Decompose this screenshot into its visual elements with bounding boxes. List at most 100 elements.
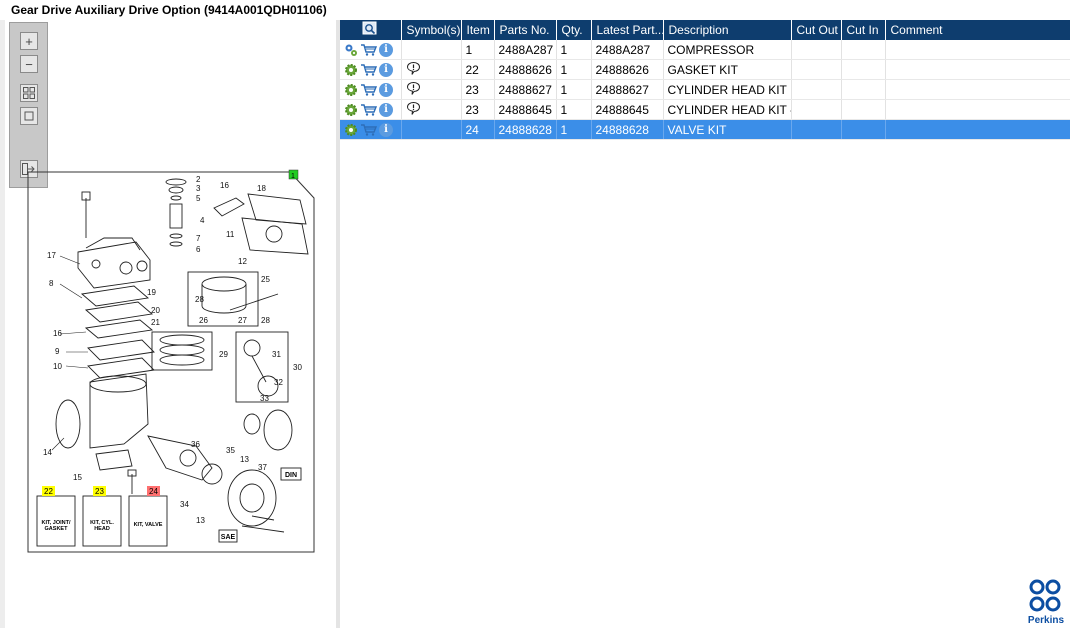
cart-icon[interactable] <box>360 103 377 116</box>
svg-text:28: 28 <box>195 295 204 304</box>
column-header-comment[interactable]: Comment <box>885 20 1070 40</box>
magnifier-icon[interactable] <box>362 21 378 36</box>
exploded-parts-diagram[interactable]: 235 476 16 1811 12178 192021 16910 252826… <box>16 168 328 558</box>
description-cell: VALVE KIT <box>663 119 792 140</box>
cart-icon[interactable] <box>360 83 377 96</box>
parts-no-cell: 24888628 <box>494 119 557 140</box>
info-icon[interactable]: i <box>379 122 393 137</box>
column-header-cut-out[interactable]: Cut Out <box>791 20 842 40</box>
row-actions: i <box>340 40 402 60</box>
svg-text:16: 16 <box>53 329 62 338</box>
column-header-cut-in[interactable]: Cut In <box>841 20 886 40</box>
symbol-cell <box>401 79 462 100</box>
latest-part-cell: 24888628 <box>591 119 664 140</box>
svg-text:8: 8 <box>49 279 54 288</box>
row-actions: i <box>340 119 402 140</box>
comment-bubble-icon[interactable] <box>406 81 421 96</box>
column-header-item[interactable]: Item <box>461 20 495 40</box>
column-header-qty[interactable]: Qty. <box>556 20 592 40</box>
actual-size-icon[interactable] <box>20 107 38 125</box>
table-row[interactable]: i 22 24888626 1 24888626 GASKET KIT <box>340 59 1070 80</box>
latest-part-cell: 24888626 <box>591 59 664 80</box>
gear-icon[interactable] <box>344 63 358 77</box>
column-header-description[interactable]: Description <box>663 20 792 40</box>
cut-in-cell <box>841 59 886 80</box>
column-header-actions[interactable] <box>340 20 402 40</box>
perkins-emblem-icon <box>1029 579 1061 612</box>
comment-cell <box>885 59 1070 80</box>
svg-text:7: 7 <box>196 234 201 243</box>
page-title: Gear Drive Auxiliary Drive Option (9414A… <box>11 3 327 17</box>
svg-text:20: 20 <box>151 306 160 315</box>
row-actions: i <box>340 59 402 80</box>
cut-out-cell <box>791 119 842 140</box>
latest-part-cell: 2488A287 <box>591 40 664 60</box>
table-row[interactable]: i 24 24888628 1 24888628 VALVE KIT <box>340 119 1070 140</box>
svg-text:1: 1 <box>291 173 295 180</box>
qty-cell: 1 <box>556 119 592 140</box>
svg-text:26: 26 <box>199 316 208 325</box>
column-header-latest-part[interactable]: Latest Part... <box>591 20 664 40</box>
pane-edge <box>0 20 5 628</box>
svg-text:12: 12 <box>238 257 247 266</box>
cart-icon[interactable] <box>360 123 377 136</box>
info-icon[interactable]: i <box>379 82 393 97</box>
table-row[interactable]: i 23 24888627 1 24888627 CYLINDER HEAD KIT <box>340 79 1070 100</box>
svg-text:19: 19 <box>147 288 156 297</box>
svg-text:KIT, VALVE: KIT, VALVE <box>134 522 163 528</box>
grid-header: Symbol(s) Item Parts No. Qty. Latest Par… <box>340 20 1070 40</box>
fit-all-icon[interactable] <box>20 84 38 102</box>
info-icon[interactable]: i <box>379 62 393 77</box>
gear-icon[interactable] <box>344 123 358 137</box>
svg-text:5: 5 <box>196 194 201 203</box>
svg-text:14: 14 <box>43 448 52 457</box>
svg-text:21: 21 <box>151 318 160 327</box>
svg-text:11: 11 <box>226 230 235 239</box>
description-cell: GASKET KIT <box>663 59 792 80</box>
cut-out-cell <box>791 79 842 100</box>
svg-text:DIN: DIN <box>285 472 297 479</box>
cut-out-cell <box>791 40 842 60</box>
svg-text:9: 9 <box>55 347 60 356</box>
svg-text:10: 10 <box>53 362 62 371</box>
gear-icon[interactable] <box>344 83 358 97</box>
symbol-cell <box>401 119 462 140</box>
symbol-cell <box>401 59 462 80</box>
column-header-parts-no[interactable]: Parts No. <box>494 20 557 40</box>
svg-text:34: 34 <box>180 500 189 509</box>
minus-icon[interactable]: − <box>20 55 38 73</box>
symbol-cell <box>401 40 462 60</box>
cart-icon[interactable] <box>360 63 377 76</box>
comment-bubble-icon[interactable] <box>406 61 421 76</box>
svg-text:37: 37 <box>258 463 267 472</box>
svg-text:31: 31 <box>272 350 281 359</box>
svg-text:28: 28 <box>261 316 270 325</box>
info-icon[interactable]: i <box>379 42 393 57</box>
table-row[interactable]: i2324888645124888645CYLINDER HEAD KIT - … <box>340 99 1070 120</box>
gear-icon[interactable] <box>344 43 358 57</box>
table-row[interactable]: i 1 2488A287 1 2488A287 COMPRESSOR <box>340 40 1070 60</box>
row-actions: i <box>340 79 402 100</box>
svg-text:32: 32 <box>274 378 283 387</box>
comment-bubble-icon[interactable] <box>406 101 421 116</box>
qty-cell: 1 <box>556 99 592 120</box>
comment-cell <box>885 119 1070 140</box>
qty-cell: 1 <box>556 40 592 60</box>
svg-text:23: 23 <box>95 487 104 496</box>
parts-grid: Symbol(s) Item Parts No. Qty. Latest Par… <box>340 20 1070 140</box>
item-cell: 23 <box>461 79 495 100</box>
svg-text:SAE: SAE <box>221 534 236 541</box>
logo-text: Perkins <box>1027 615 1065 626</box>
svg-text:6: 6 <box>196 245 201 254</box>
plus-icon[interactable]: + <box>20 32 38 50</box>
svg-text:17: 17 <box>47 251 56 260</box>
gear-icon[interactable] <box>344 103 358 117</box>
cart-icon[interactable] <box>360 43 377 56</box>
info-icon[interactable]: i <box>379 102 393 117</box>
parts-no-cell: 24888645 <box>494 99 557 120</box>
svg-text:2: 2 <box>196 175 201 184</box>
svg-text:13: 13 <box>240 455 249 464</box>
title-bar: Gear Drive Auxiliary Drive Option (9414A… <box>0 0 1070 20</box>
svg-text:30: 30 <box>293 363 302 372</box>
column-header-symbols[interactable]: Symbol(s) <box>401 20 462 40</box>
